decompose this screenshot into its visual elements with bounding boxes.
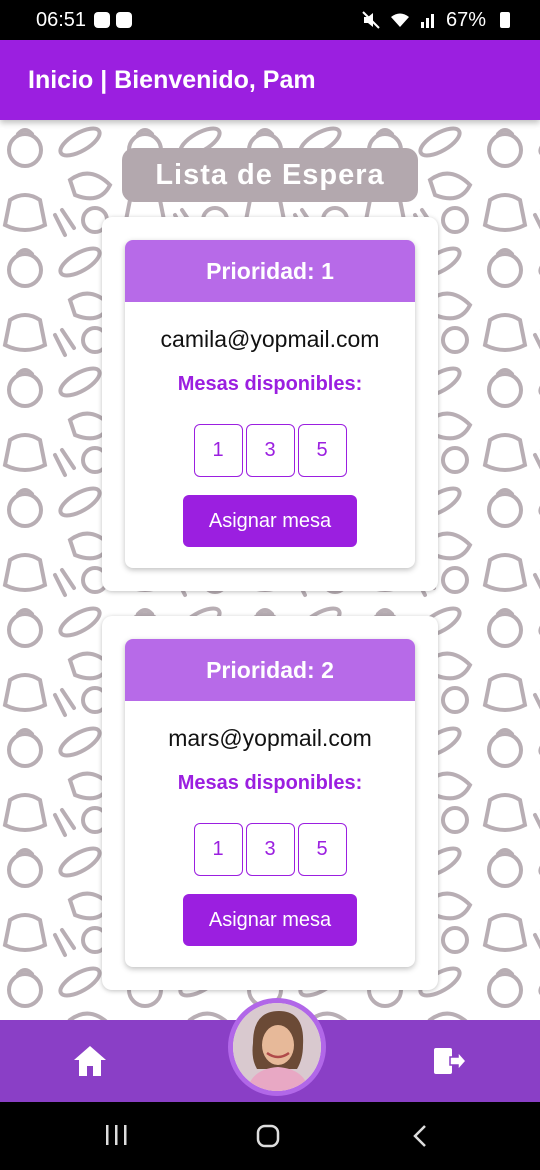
wifi-icon: [390, 13, 409, 27]
mesa-option[interactable]: 1: [193, 823, 243, 876]
page-title-text: Lista de Espera: [155, 158, 385, 191]
notification-icon: [116, 12, 133, 28]
header-title: Inicio | Bienvenido, Pam: [28, 65, 316, 94]
main-content: Lista de Espera Prioridad: 1 camila@yopm…: [0, 120, 540, 1020]
home-icon[interactable]: [72, 1044, 108, 1078]
notification-icon: [94, 12, 111, 28]
signal-icon: [420, 14, 434, 28]
mesas-label: Mesas disponibles:: [177, 772, 363, 794]
mesas-list: 1 3 5: [125, 424, 415, 477]
logout-icon[interactable]: [432, 1046, 468, 1076]
customer-email: camila@yopmail.com: [160, 326, 380, 352]
mesa-option[interactable]: 3: [245, 424, 295, 477]
mesa-option[interactable]: 5: [297, 823, 347, 876]
mesa-option[interactable]: 5: [297, 424, 347, 477]
avatar-photo: [233, 1003, 321, 1091]
recent-apps-icon[interactable]: [104, 1124, 130, 1146]
assign-table-button[interactable]: Asignar mesa: [183, 495, 357, 547]
mesas-list: 1 3 5: [125, 823, 415, 876]
priority-label: Prioridad: 2: [206, 656, 334, 683]
priority-header: Prioridad: 2: [125, 639, 415, 701]
assign-table-button[interactable]: Asignar mesa: [183, 894, 357, 946]
waitlist-card: Prioridad: 1 camila@yopmail.com Mesas di…: [102, 217, 438, 591]
home-system-icon[interactable]: [256, 1124, 280, 1148]
waitlist-card-inner: Prioridad: 1 camila@yopmail.com Mesas di…: [125, 240, 415, 568]
page-title: Lista de Espera: [122, 148, 418, 202]
priority-header: Prioridad: 1: [125, 240, 415, 302]
waitlist-card: Prioridad: 2 mars@yopmail.com Mesas disp…: [102, 616, 438, 990]
status-time: 06:51: [36, 8, 87, 31]
mesa-option[interactable]: 3: [245, 823, 295, 876]
system-navigation-bar: [0, 1102, 540, 1170]
status-bar: 06:51 67%: [0, 0, 540, 40]
waitlist-card-inner: Prioridad: 2 mars@yopmail.com Mesas disp…: [125, 639, 415, 967]
priority-label: Prioridad: 1: [206, 257, 334, 284]
battery-icon: [500, 12, 510, 28]
battery-percent: 67%: [445, 8, 486, 31]
app-header: Inicio | Bienvenido, Pam: [0, 40, 540, 120]
profile-avatar[interactable]: [228, 998, 326, 1096]
mute-icon: [362, 11, 380, 29]
back-icon[interactable]: [410, 1124, 430, 1148]
mesa-option[interactable]: 1: [193, 424, 243, 477]
customer-email: mars@yopmail.com: [168, 725, 372, 751]
mesas-label: Mesas disponibles:: [177, 373, 363, 395]
